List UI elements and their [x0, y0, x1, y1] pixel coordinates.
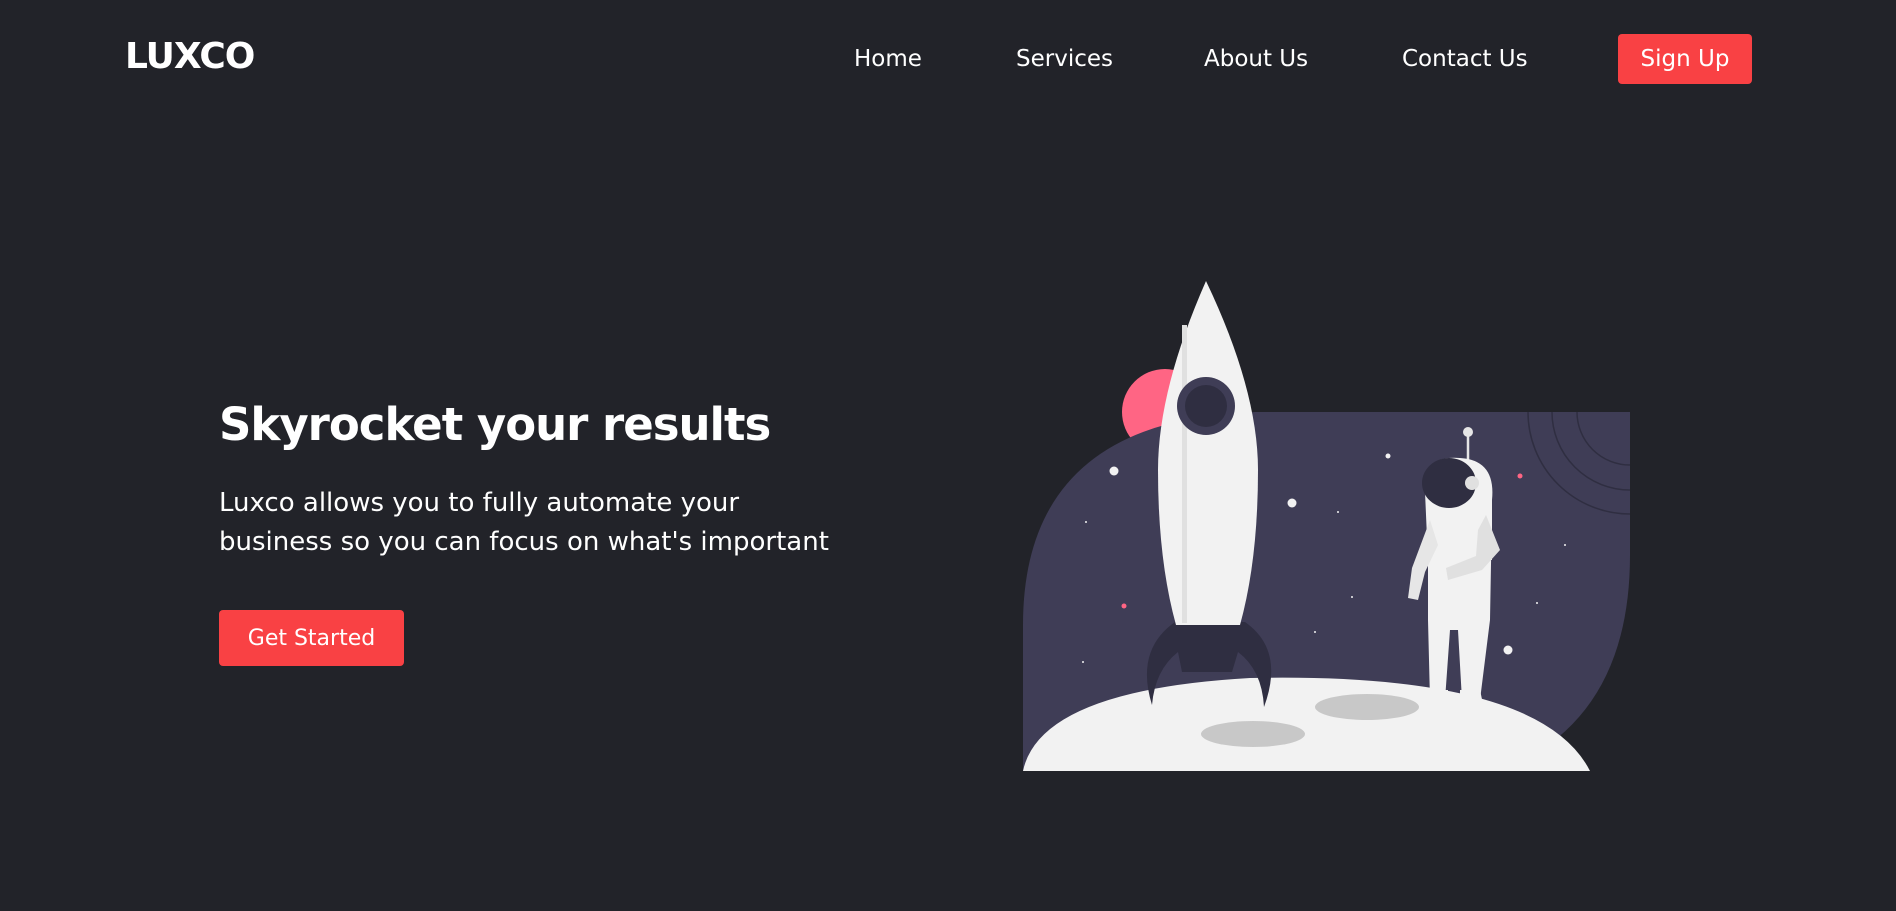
rocket-body [1158, 281, 1258, 625]
get-started-button[interactable]: Get Started [219, 610, 404, 666]
nav-link-home[interactable]: Home [854, 46, 922, 72]
crater-right [1315, 694, 1419, 720]
nav-link-about-us[interactable]: About Us [1204, 46, 1308, 72]
nav-link-contact-us[interactable]: Contact Us [1402, 46, 1528, 72]
hero-description: Luxco allows you to fully automate your … [219, 488, 829, 557]
crater-left [1201, 721, 1305, 747]
landing-page: LUXCO Home Services About Us Contact Us … [0, 0, 1896, 911]
rocket-astronaut-illustration [1023, 281, 1630, 771]
rocket-stripe [1182, 325, 1187, 623]
nav-link-services[interactable]: Services [1016, 46, 1113, 72]
sign-up-button[interactable]: Sign Up [1618, 34, 1752, 84]
hero-title: Skyrocket your results [219, 398, 771, 451]
main-nav: Home Services About Us Contact Us Sign U… [0, 34, 1896, 84]
